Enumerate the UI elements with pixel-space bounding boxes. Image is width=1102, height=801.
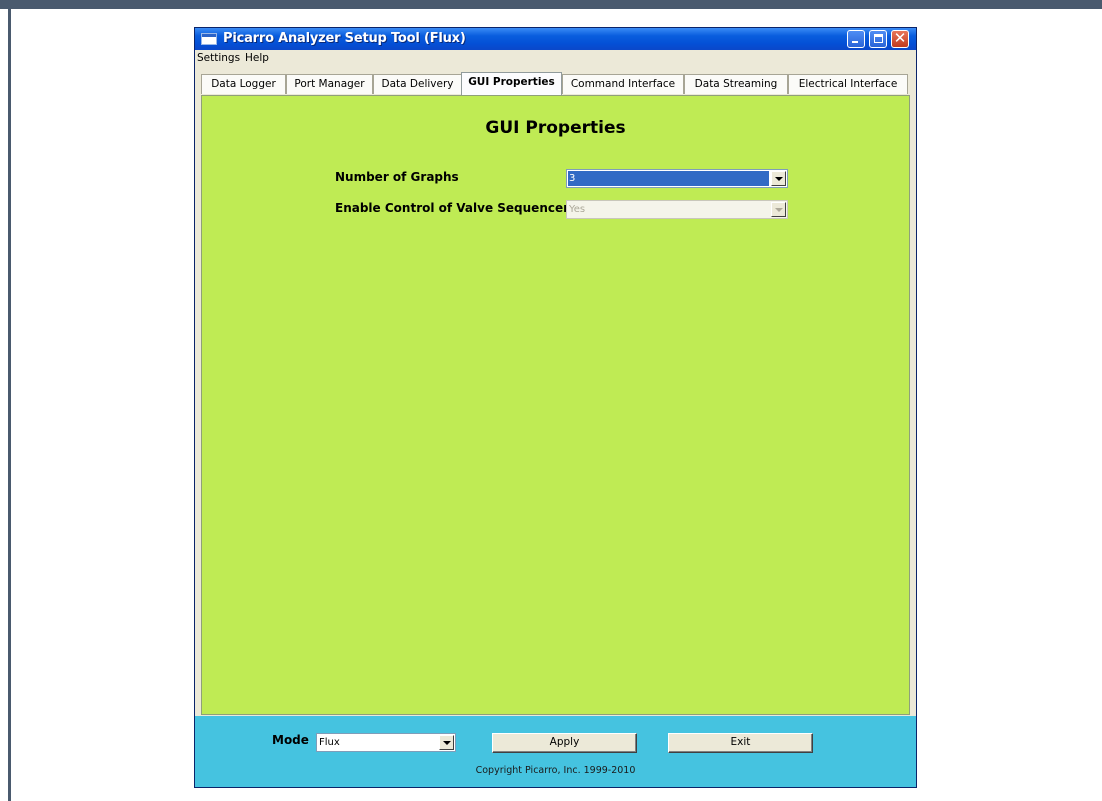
tab-gui-properties[interactable]: GUI Properties — [461, 72, 562, 95]
tab-port-manager[interactable]: Port Manager — [286, 74, 373, 94]
menu-bar: Settings Help — [195, 50, 916, 67]
tab-data-logger[interactable]: Data Logger — [201, 74, 286, 94]
number-of-graphs-dropdown[interactable]: 3 — [566, 169, 788, 188]
close-button[interactable]: ✕ — [891, 30, 909, 48]
valve-sequencer-dropdown: Yes — [566, 200, 788, 219]
close-icon: ✕ — [893, 29, 907, 47]
app-window-icon — [201, 33, 217, 45]
tab-command-interface[interactable]: Command Interface — [562, 74, 684, 94]
mode-dropdown[interactable]: Flux — [316, 733, 456, 752]
mode-label: Mode — [272, 733, 309, 747]
maximize-icon — [874, 34, 883, 43]
page-title: GUI Properties — [485, 118, 626, 138]
tab-data-streaming[interactable]: Data Streaming — [684, 74, 788, 94]
tab-strip: Data Logger Port Manager Data Delivery G… — [195, 70, 916, 95]
exit-button[interactable]: Exit — [668, 733, 813, 753]
tab-electrical-interface[interactable]: Electrical Interface — [788, 74, 908, 94]
minimize-button[interactable] — [847, 30, 865, 48]
mode-value: Flux — [319, 737, 340, 748]
bottom-bar: Mode Flux Apply Exit Copyright Picarro, … — [195, 716, 916, 787]
minimize-icon — [852, 41, 858, 43]
valve-sequencer-label: Enable Control of Valve Sequencer — [335, 201, 570, 215]
page-frame-top — [0, 0, 1102, 9]
apply-button[interactable]: Apply — [492, 733, 637, 753]
valve-sequencer-value: Yes — [569, 204, 586, 215]
maximize-button[interactable] — [869, 30, 887, 48]
number-of-graphs-label: Number of Graphs — [335, 170, 459, 184]
menu-help[interactable]: Help — [245, 52, 269, 64]
copyright-text: Copyright Picarro, Inc. 1999-2010 — [475, 765, 636, 776]
gui-properties-panel: GUI Properties Number of Graphs 3 Enable… — [201, 95, 910, 715]
chevron-down-icon[interactable] — [771, 171, 786, 186]
window-title: Picarro Analyzer Setup Tool (Flux) — [223, 31, 466, 46]
chevron-down-icon[interactable] — [439, 735, 454, 750]
page-frame-left — [8, 0, 11, 801]
app-window: Picarro Analyzer Setup Tool (Flux) ✕ Set… — [194, 27, 917, 788]
menu-settings[interactable]: Settings — [197, 52, 240, 64]
title-bar[interactable]: Picarro Analyzer Setup Tool (Flux) ✕ — [195, 28, 916, 50]
number-of-graphs-value: 3 — [568, 171, 769, 186]
tab-data-delivery[interactable]: Data Delivery — [373, 74, 462, 94]
chevron-down-icon — [771, 202, 786, 217]
